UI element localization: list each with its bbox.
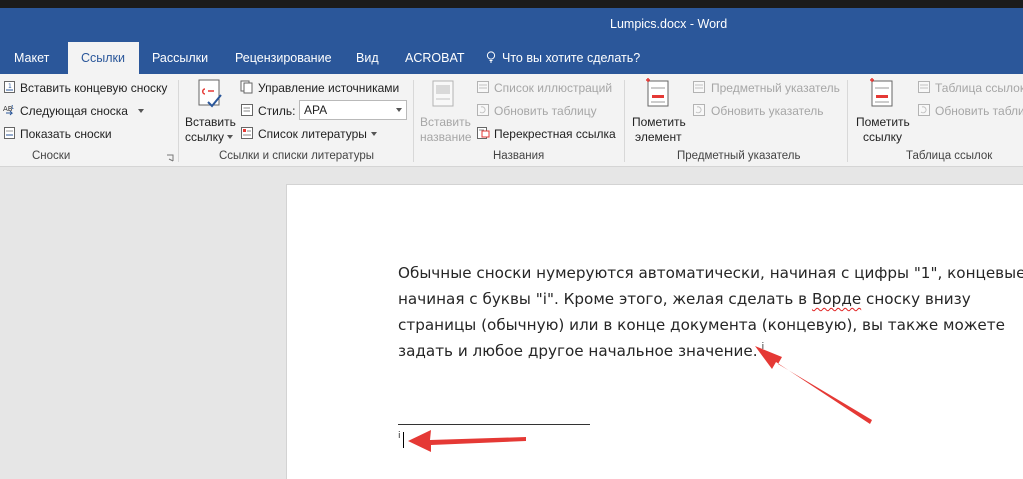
- captions-group-label: Названия: [493, 150, 545, 162]
- text-cursor: [403, 432, 404, 448]
- paragraph-segment: задать и любое другое начальное значение…: [398, 342, 758, 360]
- update-index-button[interactable]: Обновить указатель: [711, 104, 824, 118]
- manage-sources-button[interactable]: Управление источниками: [258, 81, 399, 95]
- insert-citation-icon: [198, 79, 222, 108]
- ribbon: 1 Вставить концевую сноску AB 1 Следующая…: [0, 74, 1023, 167]
- chevron-down-icon: [396, 108, 402, 112]
- tab-references[interactable]: Ссылки: [68, 42, 139, 74]
- cross-reference-icon: [477, 127, 490, 139]
- update-index-icon: [693, 104, 705, 116]
- insert-table-of-authorities-icon: [918, 81, 930, 93]
- table-of-figures-button[interactable]: Список иллюстраций: [494, 81, 612, 95]
- lightbulb-icon: [486, 51, 496, 63]
- paragraph-line: начиная с буквы "i". Кроме этого, желая …: [398, 290, 971, 308]
- next-footnote-icon: AB1: [3, 105, 14, 116]
- insert-index-button[interactable]: Предметный указатель: [711, 81, 840, 95]
- group-separator: [178, 80, 179, 162]
- update-table-of-authorities-icon: [918, 104, 930, 116]
- manage-sources-icon: [240, 80, 253, 94]
- citations-group-label: Ссылки и списки литературы: [219, 150, 374, 162]
- insert-endnote-icon: 1: [4, 81, 15, 93]
- tab-review[interactable]: Рецензирование: [221, 42, 343, 74]
- top-edge: [0, 0, 1023, 8]
- insert-caption-icon: [432, 80, 454, 107]
- paragraph-line: Обычные сноски нумеруются автоматически,…: [398, 264, 1023, 282]
- tab-acrobat[interactable]: ACROBAT: [391, 42, 471, 74]
- window-title: Lumpics.docx - Word: [610, 17, 728, 31]
- tab-mailings[interactable]: Рассылки: [139, 42, 221, 74]
- title-bar: Lumpics.docx - Word: [0, 8, 1023, 42]
- endnote-reference-mark[interactable]: i: [762, 342, 765, 352]
- show-notes-icon: [4, 127, 15, 139]
- insert-citation-button[interactable]: ссылку: [185, 130, 234, 144]
- footnotes-group-label: Сноски: [32, 150, 71, 162]
- group-separator: [624, 80, 625, 162]
- svg-text:1: 1: [8, 83, 12, 90]
- bibliography-label: Список литературы: [258, 127, 367, 141]
- endnote-separator: [398, 424, 590, 425]
- bibliography-icon: [241, 127, 253, 139]
- mark-entry-label-1[interactable]: Пометить: [632, 115, 686, 129]
- insert-endnote-button[interactable]: Вставить концевую сноску: [20, 81, 167, 95]
- update-table-icon: [477, 104, 489, 116]
- insert-table-of-authorities-button[interactable]: Таблица ссылок: [935, 81, 1023, 95]
- update-table-button[interactable]: Обновить таблицу: [494, 104, 597, 118]
- tell-me-search[interactable]: Что вы хотите сделать?: [486, 42, 640, 74]
- update-table-of-authorities-button[interactable]: Обновить табли: [935, 104, 1023, 118]
- style-icon: [241, 104, 253, 116]
- misspelled-word[interactable]: Ворде: [812, 290, 861, 308]
- insert-citation-label-2: ссылку: [185, 130, 225, 144]
- tell-me-placeholder: Что вы хотите сделать?: [502, 51, 641, 65]
- tab-view[interactable]: Вид: [343, 42, 391, 74]
- paragraph-line: задать и любое другое начальное значение…: [398, 342, 764, 360]
- group-separator: [413, 80, 414, 162]
- citation-style-value: APA: [304, 103, 328, 117]
- paragraph-segment: начиная с буквы "i". Кроме этого, желая …: [398, 290, 812, 308]
- insert-caption-label-2[interactable]: название: [420, 130, 472, 144]
- cross-reference-button[interactable]: Перекрестная ссылка: [494, 127, 616, 141]
- chevron-down-icon: [137, 109, 144, 113]
- mark-entry-label-2[interactable]: элемент: [635, 130, 682, 144]
- endnote-mark: i: [398, 431, 401, 441]
- mark-citation-label-1[interactable]: Пометить: [856, 115, 910, 129]
- group-separator: [847, 80, 848, 162]
- chevron-down-icon: [370, 132, 377, 136]
- authorities-group-label: Таблица ссылок: [906, 150, 993, 162]
- mark-entry-icon: [646, 78, 669, 107]
- dialog-launcher-icon[interactable]: [166, 154, 174, 162]
- ribbon-tabs: Макет Ссылки Рассылки Рецензирование Вид…: [0, 42, 1023, 74]
- insert-index-icon: [693, 81, 705, 93]
- svg-text:1: 1: [11, 105, 14, 111]
- citation-style-select[interactable]: APA: [299, 100, 407, 120]
- next-footnote-label: Следующая сноска: [20, 104, 128, 118]
- bibliography-button[interactable]: Список литературы: [258, 127, 377, 141]
- tab-layout[interactable]: Макет: [0, 42, 68, 74]
- chevron-down-icon: [227, 135, 234, 139]
- mark-citation-icon: [870, 78, 893, 107]
- mark-citation-label-2[interactable]: ссылку: [863, 130, 902, 144]
- next-footnote-button[interactable]: Следующая сноска: [20, 104, 144, 118]
- show-notes-button[interactable]: Показать сноски: [20, 127, 112, 141]
- paragraph-segment: сноску внизу: [861, 290, 971, 308]
- insert-citation-label-1[interactable]: Вставить: [185, 115, 236, 129]
- table-of-figures-icon: [477, 81, 489, 93]
- paragraph-line: страницы (обычную) или в конце документа…: [398, 316, 1005, 334]
- index-group-label: Предметный указатель: [677, 150, 801, 162]
- insert-caption-label-1[interactable]: Вставить: [420, 115, 471, 129]
- style-label: Стиль:: [258, 104, 296, 118]
